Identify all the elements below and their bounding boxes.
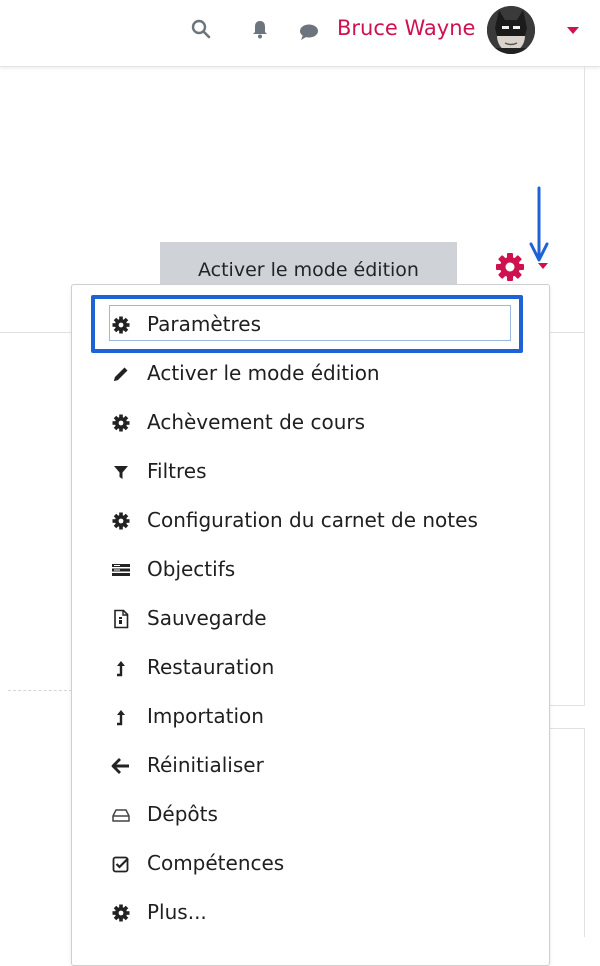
menu-item-depots[interactable]: Dépôts <box>72 793 549 837</box>
menu-item-label: Réinitialiser <box>147 753 264 777</box>
menu-item-label: Dépôts <box>147 802 218 826</box>
menu-item-restauration[interactable]: Restauration <box>72 646 549 690</box>
divider <box>0 332 72 333</box>
panel-border <box>584 66 585 706</box>
chat-icon[interactable] <box>298 21 320 43</box>
avatar[interactable] <box>487 6 535 54</box>
menu-item-importation[interactable]: Importation <box>72 695 549 739</box>
menu-item-reinitialiser[interactable]: Réinitialiser <box>72 744 549 788</box>
menu-item-plus[interactable]: Plus... <box>72 891 549 935</box>
menu-item-label: Compétences <box>147 851 285 875</box>
menu-item-label: Configuration du carnet de notes <box>147 508 478 532</box>
menu-item-label: Sauvegarde <box>147 606 267 630</box>
list-icon <box>111 560 131 580</box>
divider <box>548 332 585 333</box>
gear-icon <box>111 413 131 433</box>
edit-mode-button[interactable]: Activer le mode édition <box>160 242 457 290</box>
check-square-icon <box>111 854 131 874</box>
caret-down-icon[interactable] <box>566 26 580 36</box>
gear-icon <box>111 903 131 923</box>
divider <box>8 690 72 691</box>
menu-item-objectifs[interactable]: Objectifs <box>72 548 549 592</box>
pencil-icon <box>111 364 131 384</box>
level-up-icon <box>111 707 131 727</box>
menu-item-label: Restauration <box>147 655 275 679</box>
menu-item-label: Activer le mode édition <box>147 361 380 385</box>
menu-item-filtres[interactable]: Filtres <box>72 450 549 494</box>
file-archive-icon <box>111 609 131 629</box>
gear-icon[interactable] <box>493 250 527 284</box>
level-up-icon <box>111 658 131 678</box>
menu-item-label: Importation <box>147 704 264 728</box>
search-icon[interactable] <box>190 18 212 40</box>
menu-item-label: Plus... <box>147 900 207 924</box>
menu-item-achevement-de-cours[interactable]: Achèvement de cours <box>72 401 549 445</box>
top-navbar: Bruce Wayne <box>0 0 600 67</box>
menu-item-label: Achèvement de cours <box>147 410 366 434</box>
settings-dropdown-menu: Paramètres Activer le mode édition Achèv… <box>71 284 550 966</box>
hdd-icon <box>111 805 131 825</box>
gear-icon <box>111 511 131 531</box>
arrow-left-icon <box>111 756 131 776</box>
user-name[interactable]: Bruce Wayne <box>337 16 475 40</box>
panel-border <box>548 728 585 729</box>
filter-icon <box>111 462 131 482</box>
focus-ring <box>109 305 511 341</box>
menu-item-label: Filtres <box>147 459 207 483</box>
menu-item-activer-mode-edition[interactable]: Activer le mode édition <box>72 352 549 396</box>
menu-item-competences[interactable]: Compétences <box>72 842 549 886</box>
menu-item-configuration-carnet[interactable]: Configuration du carnet de notes <box>72 499 549 543</box>
panel-border <box>584 728 585 937</box>
divider <box>548 705 585 706</box>
menu-item-label: Objectifs <box>147 557 236 581</box>
menu-item-sauvegarde[interactable]: Sauvegarde <box>72 597 549 641</box>
annotation-arrow-icon <box>529 186 549 262</box>
bell-icon[interactable] <box>249 18 271 40</box>
